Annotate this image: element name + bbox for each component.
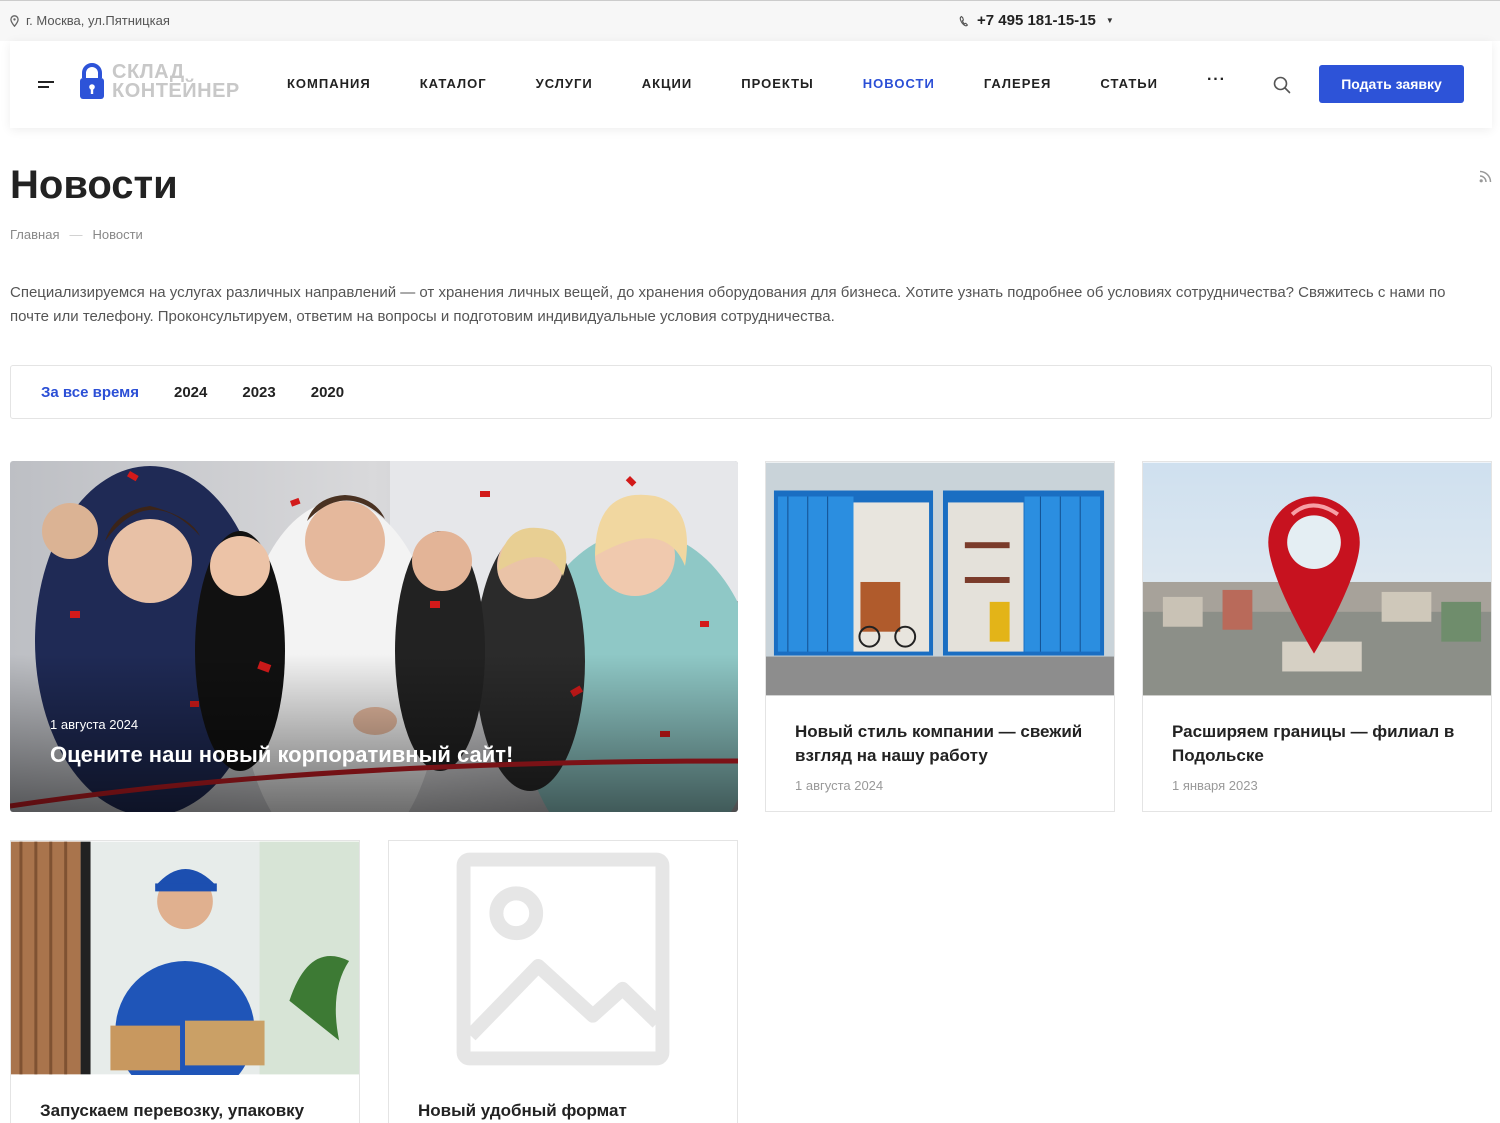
filter-2024[interactable]: 2024: [174, 384, 207, 401]
submit-request-button[interactable]: Подать заявку: [1319, 65, 1464, 103]
page-title: Новости: [10, 163, 178, 207]
news-title[interactable]: Новый удобный формат: [418, 1099, 718, 1123]
news-title[interactable]: Расширяем границы — филиал в Подольске: [1172, 720, 1472, 768]
featured-news-title[interactable]: Оцените наш новый корпоративный сайт!: [50, 743, 513, 767]
phone-icon: [959, 15, 969, 26]
main-header: СКЛАД КОНТЕЙНЕР КОМПАНИЯ КАТАЛОГ УСЛУГИ …: [10, 41, 1492, 128]
logo-line-2: КОНТЕЙНЕР: [112, 80, 240, 102]
nav-more-icon[interactable]: ···: [1207, 71, 1226, 91]
news-date: 1 августа 2024: [795, 778, 884, 793]
news-card-featured[interactable]: 1 августа 2024 Оцените наш новый корпора…: [10, 461, 738, 812]
logo-text: СКЛАД КОНТЕЙНЕР: [112, 62, 240, 102]
phone-dropdown[interactable]: +7 495 181-15-15 ▼: [959, 12, 1114, 29]
news-card[interactable]: Запускаем перевозку, упаковку: [10, 840, 360, 1123]
courier-image: [11, 841, 359, 1075]
containers-image: [766, 462, 1114, 696]
filter-2023[interactable]: 2023: [242, 384, 275, 401]
logo[interactable]: СКЛАД КОНТЕЙНЕР: [78, 62, 240, 102]
news-card[interactable]: Новый стиль компании — свежий взгляд на …: [765, 461, 1115, 812]
nav-item-articles[interactable]: СТАТЬИ: [1100, 76, 1158, 91]
rss-icon[interactable]: [1479, 170, 1492, 183]
nav-item-promotions[interactable]: АКЦИИ: [642, 76, 693, 91]
news-card[interactable]: Новый удобный формат: [388, 840, 738, 1123]
nav-item-news[interactable]: НОВОСТИ: [863, 76, 935, 91]
breadcrumb: Главная — Новости: [10, 227, 143, 242]
phone-number: +7 495 181-15-15: [977, 12, 1096, 29]
nav-item-catalog[interactable]: КАТАЛОГ: [420, 76, 487, 91]
image-placeholder-icon: [389, 841, 737, 1075]
news-title[interactable]: Новый стиль компании — свежий взгляд на …: [795, 720, 1095, 768]
news-card[interactable]: Расширяем границы — филиал в Подольске 1…: [1142, 461, 1492, 812]
menu-icon[interactable]: [38, 81, 54, 90]
nav-item-gallery[interactable]: ГАЛЕРЕЯ: [984, 76, 1052, 91]
breadcrumb-separator: —: [69, 227, 83, 242]
breadcrumb-current: Новости: [92, 227, 143, 242]
nav-item-services[interactable]: УСЛУГИ: [536, 76, 593, 91]
padlock-icon: [80, 63, 104, 99]
address-text: г. Москва, ул.Пятницкая: [26, 13, 170, 28]
news-date: 1 января 2023: [1172, 778, 1258, 793]
nav-item-company[interactable]: КОМПАНИЯ: [287, 76, 371, 91]
year-filter: За все время 2024 2023 2020: [10, 365, 1492, 419]
breadcrumb-home[interactable]: Главная: [10, 227, 59, 242]
location-pin-icon: [10, 14, 19, 27]
top-bar: г. Москва, ул.Пятницкая +7 495 181-15-15…: [0, 0, 1500, 41]
filter-2020[interactable]: 2020: [311, 384, 344, 401]
intro-text: Специализируемся на услугах различных на…: [10, 284, 1446, 325]
filter-all-time[interactable]: За все время: [41, 384, 139, 401]
news-title[interactable]: Запускаем перевозку, упаковку: [40, 1099, 340, 1123]
address[interactable]: г. Москва, ул.Пятницкая: [10, 13, 170, 28]
caret-down-icon: ▼: [1105, 16, 1114, 25]
map-pin-city-image: [1143, 462, 1491, 696]
featured-news-date: 1 августа 2024: [50, 717, 139, 732]
main-nav: КОМПАНИЯ КАТАЛОГ УСЛУГИ АКЦИИ ПРОЕКТЫ НО…: [287, 71, 1275, 91]
search-icon[interactable]: [1273, 76, 1291, 94]
nav-item-projects[interactable]: ПРОЕКТЫ: [741, 76, 814, 91]
